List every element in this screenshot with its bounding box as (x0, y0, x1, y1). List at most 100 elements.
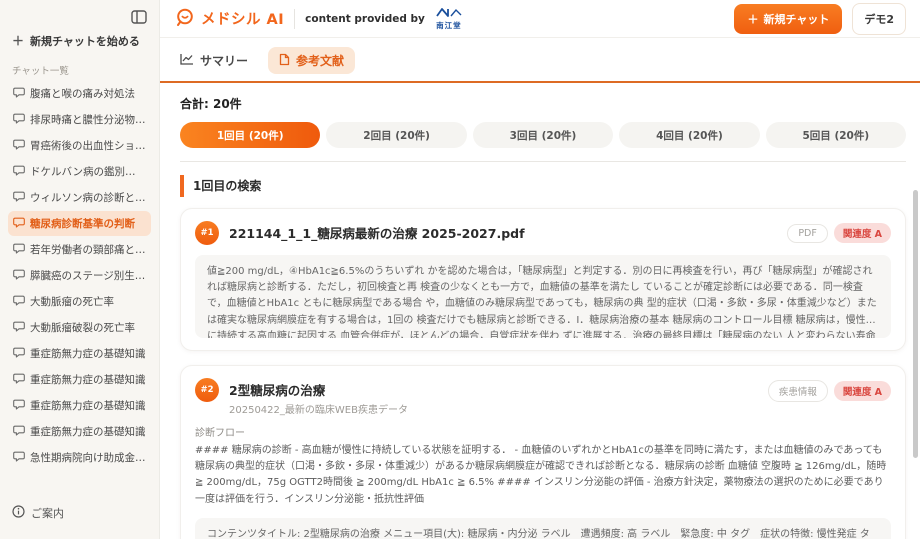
chat-list-item[interactable]: 糖尿病診断基準の判断 (8, 211, 151, 236)
chat-list-item[interactable]: ウィルソン病の診断と症状 (8, 185, 151, 210)
result-title: 2型糖尿病の治療 (229, 380, 408, 399)
chat-list-item[interactable]: 胃癌術後の出血性ショック… (8, 133, 151, 158)
references-content: 合計: 20件 1回目 (20件)2回目 (20件) 3回目 (20件)4回目 (… (160, 83, 920, 539)
main-panel: メドシル AI content provided by 南江堂 ＋ 新規チャット… (160, 0, 920, 539)
chat-bubble-icon (13, 165, 25, 179)
chat-bubble-icon (13, 139, 25, 153)
chat-list-item[interactable]: 急性期病院向け助成金ガイド (8, 445, 151, 470)
chat-item-label: 腹痛と喉の痛み対処法 (30, 86, 135, 101)
chat-item-label: 胃癌術後の出血性ショック… (30, 138, 146, 153)
result-excerpt: コンテンツタイトル: 2型糖尿病の治療 メニュー項目(大): 糖尿病・内分泌 ラ… (195, 518, 891, 539)
result-intro-text: #### 糖尿病の診断 - 高血糖が慢性に持続している状態を証明する． - 血糖… (195, 443, 891, 508)
result-card[interactable]: #2 2型糖尿病の治療 20250422_最新の臨床WEB疾患データ 疾患情報 … (180, 365, 906, 539)
chat-list-item[interactable]: 若年労働者の頸部痛と上肢… (8, 237, 151, 262)
chat-list-item[interactable]: 重症筋無力症の基礎知識 (8, 419, 151, 444)
sidebar-top-row (8, 6, 151, 26)
provider-logo: 南江堂 (435, 7, 463, 30)
round-tabs: 1回目 (20件)2回目 (20件) 3回目 (20件)4回目 (20件) 5回目 … (180, 122, 906, 148)
chat-bubble-icon (13, 321, 25, 335)
chat-list-item[interactable]: 排尿時痛と膿性分泌物の鑑別 (8, 107, 151, 132)
app-header: メドシル AI content provided by 南江堂 ＋ 新規チャット… (160, 0, 920, 38)
chat-bubble-icon (13, 113, 25, 127)
result-subtitle: 20250422_最新の臨床WEB疾患データ (229, 401, 408, 416)
chat-item-label: 急性期病院向け助成金ガイド (30, 450, 146, 465)
total-count: 合計: 20件 (180, 95, 906, 112)
result-card-header: #2 2型糖尿病の治療 20250422_最新の臨床WEB疾患データ 疾患情報 … (195, 378, 891, 416)
result-intro: 診断フロー #### 糖尿病の診断 - 高血糖が慢性に持続している状態を証明する… (195, 426, 891, 508)
sidebar-footer-label: ご案内 (31, 505, 64, 521)
chat-item-label: 膵臓癌のステージ別生存率 (30, 268, 146, 283)
relevance-badge: 関連度 A (834, 381, 891, 401)
chat-item-label: 重症筋無力症の基礎知識 (30, 398, 146, 413)
info-icon (12, 505, 25, 521)
tab-summary[interactable]: サマリー (176, 47, 252, 74)
tab-summary-label: サマリー (200, 52, 248, 69)
chat-item-label: ウィルソン病の診断と症状 (30, 190, 146, 205)
chat-list-item[interactable]: ドケルバン病の鑑別診断 (8, 159, 151, 184)
chat-list-item[interactable]: 重症筋無力症の基礎知識 (8, 393, 151, 418)
round-tab[interactable]: 1回目 (20件) (180, 122, 320, 148)
chat-list-item[interactable]: 腹痛と喉の痛み対処法 (8, 81, 151, 106)
result-intro-label: 診断フロー (195, 426, 891, 442)
result-card[interactable]: #1 221144_1_1_糖尿病最新の治療 2025-2027.pdf PDF… (180, 208, 906, 351)
round-tab[interactable]: 3回目 (20件) (473, 122, 613, 148)
rank-badge: #2 (195, 378, 219, 402)
app-title: メドシル AI (201, 8, 284, 29)
new-chat-button-label: 新規チャット (763, 11, 829, 27)
chat-item-label: 大動脈瘤破裂の死亡率 (30, 320, 135, 335)
chat-bubble-icon (13, 243, 25, 257)
chat-item-label: 重症筋無力症の基礎知識 (30, 424, 146, 439)
result-list: #1 221144_1_1_糖尿病最新の治療 2025-2027.pdf PDF… (180, 208, 906, 539)
result-card-header: #1 221144_1_1_糖尿病最新の治療 2025-2027.pdf PDF… (195, 221, 891, 245)
chat-bubble-icon (13, 347, 25, 361)
chat-bubble-icon (13, 295, 25, 309)
chat-item-label: 糖尿病診断基準の判断 (30, 216, 135, 231)
chat-list-section-label: チャット一覧 (8, 55, 151, 81)
rank-badge: #1 (195, 221, 219, 245)
scrollbar-thumb[interactable] (913, 190, 918, 458)
chat-item-label: ドケルバン病の鑑別診断 (30, 164, 146, 179)
sidebar-collapse-button[interactable] (129, 8, 149, 26)
sidebar-footer-info[interactable]: ご案内 (8, 499, 151, 527)
chat-item-label: 排尿時痛と膿性分泌物の鑑別 (30, 112, 146, 127)
chat-list-item[interactable]: 大動脈瘤破裂の死亡率 (8, 315, 151, 340)
round-tab[interactable]: 5回目 (20件) (766, 122, 906, 148)
plus-icon: ＋ (747, 11, 758, 27)
chat-bubble-icon (13, 191, 25, 205)
chat-list-item[interactable]: 大動脈瘤の死亡率 (8, 289, 151, 314)
panel-toggle-icon (131, 12, 147, 27)
source-type-badge: 疾患情報 (768, 380, 828, 402)
header-divider (294, 9, 295, 29)
chat-item-label: 大動脈瘤の死亡率 (30, 294, 114, 309)
new-chat-start-button[interactable]: ＋ 新規チャットを始める (8, 26, 151, 55)
chat-item-label: 重症筋無力症の基礎知識 (30, 346, 146, 361)
round-tab[interactable]: 2回目 (20件) (326, 122, 466, 148)
chat-bubble-icon (13, 269, 25, 283)
result-excerpt: 値≧200 mg/dL，④HbA1c≧6.5%のうちいずれ かを認めた場合は，「… (195, 255, 891, 338)
chat-list-item[interactable]: 重症筋無力症の基礎知識 (8, 367, 151, 392)
round-tab[interactable]: 4回目 (20件) (619, 122, 759, 148)
tab-references[interactable]: 参考文献 (268, 47, 355, 74)
chat-bubble-icon (13, 425, 25, 439)
demo-user-button[interactable]: デモ2 (852, 3, 906, 35)
plus-icon: ＋ (12, 32, 24, 49)
medsil-logo-icon (174, 7, 195, 31)
app-logo: メドシル AI (174, 7, 284, 31)
new-chat-button[interactable]: ＋ 新規チャット (734, 4, 842, 34)
provider-wave-icon (435, 7, 463, 21)
sidebar: ＋ 新規チャットを始める チャット一覧 腹痛と喉の痛み対処法排尿時痛と膿性分泌物… (0, 0, 160, 539)
new-chat-start-label: 新規チャットを始める (30, 33, 140, 49)
chat-list-item[interactable]: 重症筋無力症の基礎知識 (8, 341, 151, 366)
source-type-badge: PDF (787, 224, 828, 243)
chat-item-label: 重症筋無力症の基礎知識 (30, 372, 146, 387)
chat-bubble-icon (13, 399, 25, 413)
chat-bubble-icon (13, 217, 25, 231)
chart-icon (180, 53, 194, 68)
provider-name: 南江堂 (436, 22, 462, 30)
section-title: 1回目の検索 (180, 175, 906, 197)
document-icon (279, 53, 290, 69)
chat-list-item[interactable]: 膵臓癌のステージ別生存率 (8, 263, 151, 288)
chat-bubble-icon (13, 451, 25, 465)
provided-by-text: content provided by (305, 13, 425, 25)
chat-bubble-icon (13, 373, 25, 387)
